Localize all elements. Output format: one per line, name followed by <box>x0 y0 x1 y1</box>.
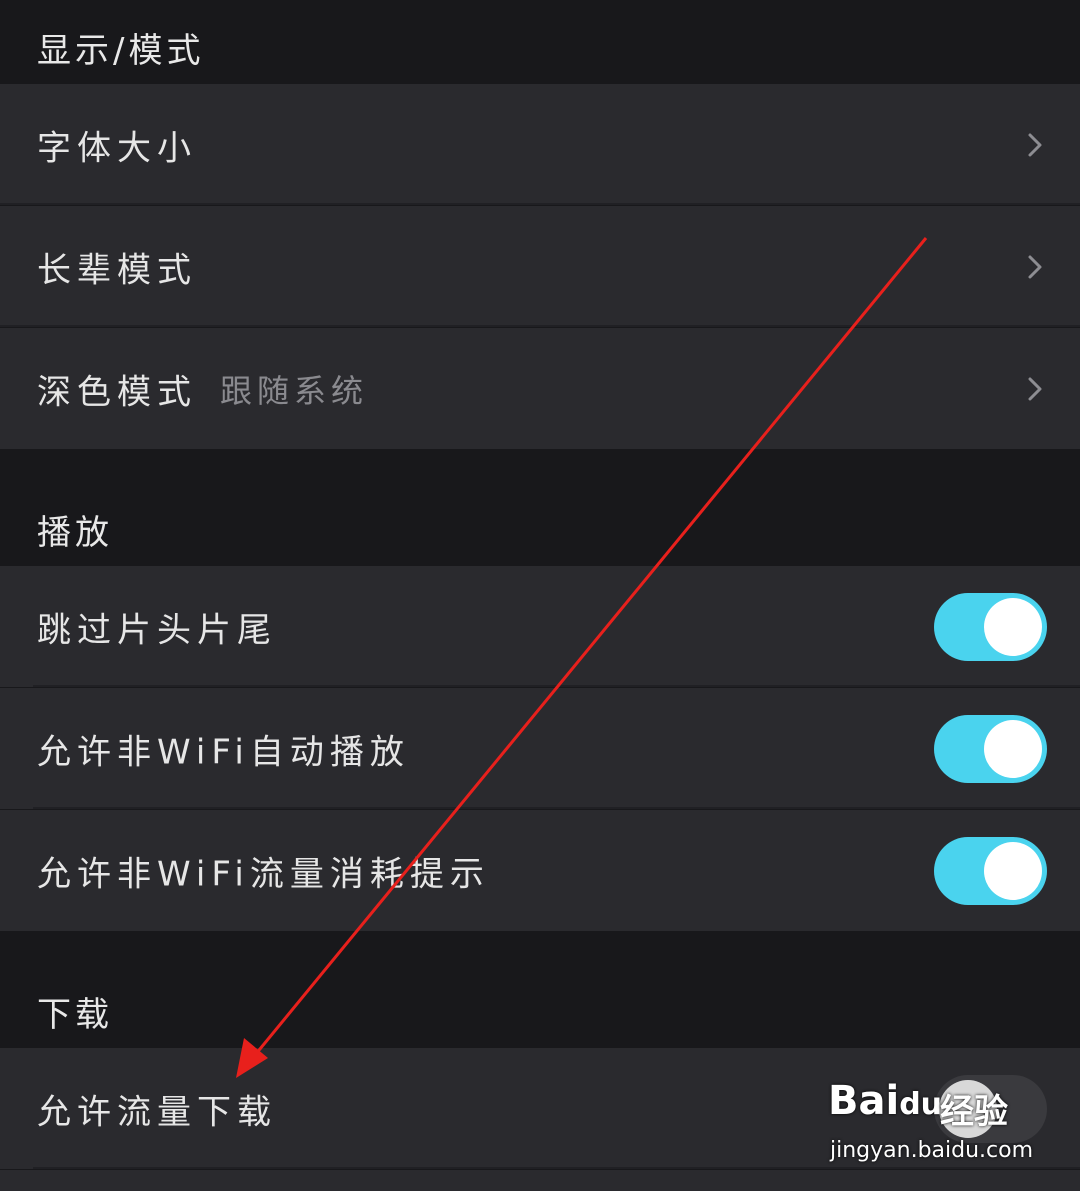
row-label-font-size: 字体大小 <box>37 128 197 168</box>
chevron-right-icon <box>1028 133 1042 156</box>
toggle-skip-intro[interactable] <box>934 592 1047 661</box>
settings-row-dark-mode[interactable]: 深色模式 跟随系统 <box>0 328 1080 449</box>
toggle-knob <box>984 841 1042 900</box>
section-header-download: 下载 <box>0 932 1080 1046</box>
toggle-knob <box>984 719 1042 778</box>
chevron-right-icon <box>1028 377 1042 400</box>
settings-row-elder-mode[interactable]: 长辈模式 <box>0 206 1080 327</box>
row-label-autoplay-non-wifi: 允许非WiFi自动播放 <box>37 732 410 772</box>
divider <box>33 685 1080 687</box>
section-title-display: 显示/模式 <box>37 31 205 71</box>
settings-row-data-usage-prompt: 允许非WiFi流量消耗提示 <box>0 810 1080 931</box>
settings-row-autoplay-non-wifi: 允许非WiFi自动播放 <box>0 688 1080 809</box>
divider <box>0 203 1080 205</box>
section-header-display: 显示/模式 <box>0 0 1080 82</box>
divider <box>33 807 1080 809</box>
divider <box>0 325 1080 327</box>
section-title-playback: 播放 <box>37 513 113 553</box>
settings-row-partial <box>0 1170 1080 1191</box>
section-header-playback: 播放 <box>0 450 1080 564</box>
toggle-autoplay-non-wifi[interactable] <box>934 714 1047 783</box>
toggle-data-usage-prompt[interactable] <box>934 836 1047 905</box>
chevron-right-icon <box>1028 255 1042 278</box>
watermark-url: jingyan.baidu.com <box>830 1138 1034 1163</box>
row-value-dark-mode: 跟随系统 <box>220 371 369 410</box>
section-title-download: 下载 <box>37 995 113 1035</box>
settings-row-skip-intro: 跳过片头片尾 <box>0 566 1080 687</box>
row-label-data-usage-prompt: 允许非WiFi流量消耗提示 <box>37 854 490 894</box>
watermark-brand: 经验 <box>940 1092 1008 1132</box>
row-label-cellular-download: 允许流量下载 <box>37 1092 277 1132</box>
row-label-skip-intro: 跳过片头片尾 <box>37 610 277 650</box>
row-label-dark-mode: 深色模式 <box>37 372 197 412</box>
toggle-knob <box>984 597 1042 656</box>
baidu-watermark: Baidu 经验 jingyan.baidu.com <box>828 1068 1058 1168</box>
row-label-elder-mode: 长辈模式 <box>37 250 197 290</box>
watermark-logo: Baidu <box>828 1078 943 1124</box>
settings-row-font-size[interactable]: 字体大小 <box>0 84 1080 205</box>
